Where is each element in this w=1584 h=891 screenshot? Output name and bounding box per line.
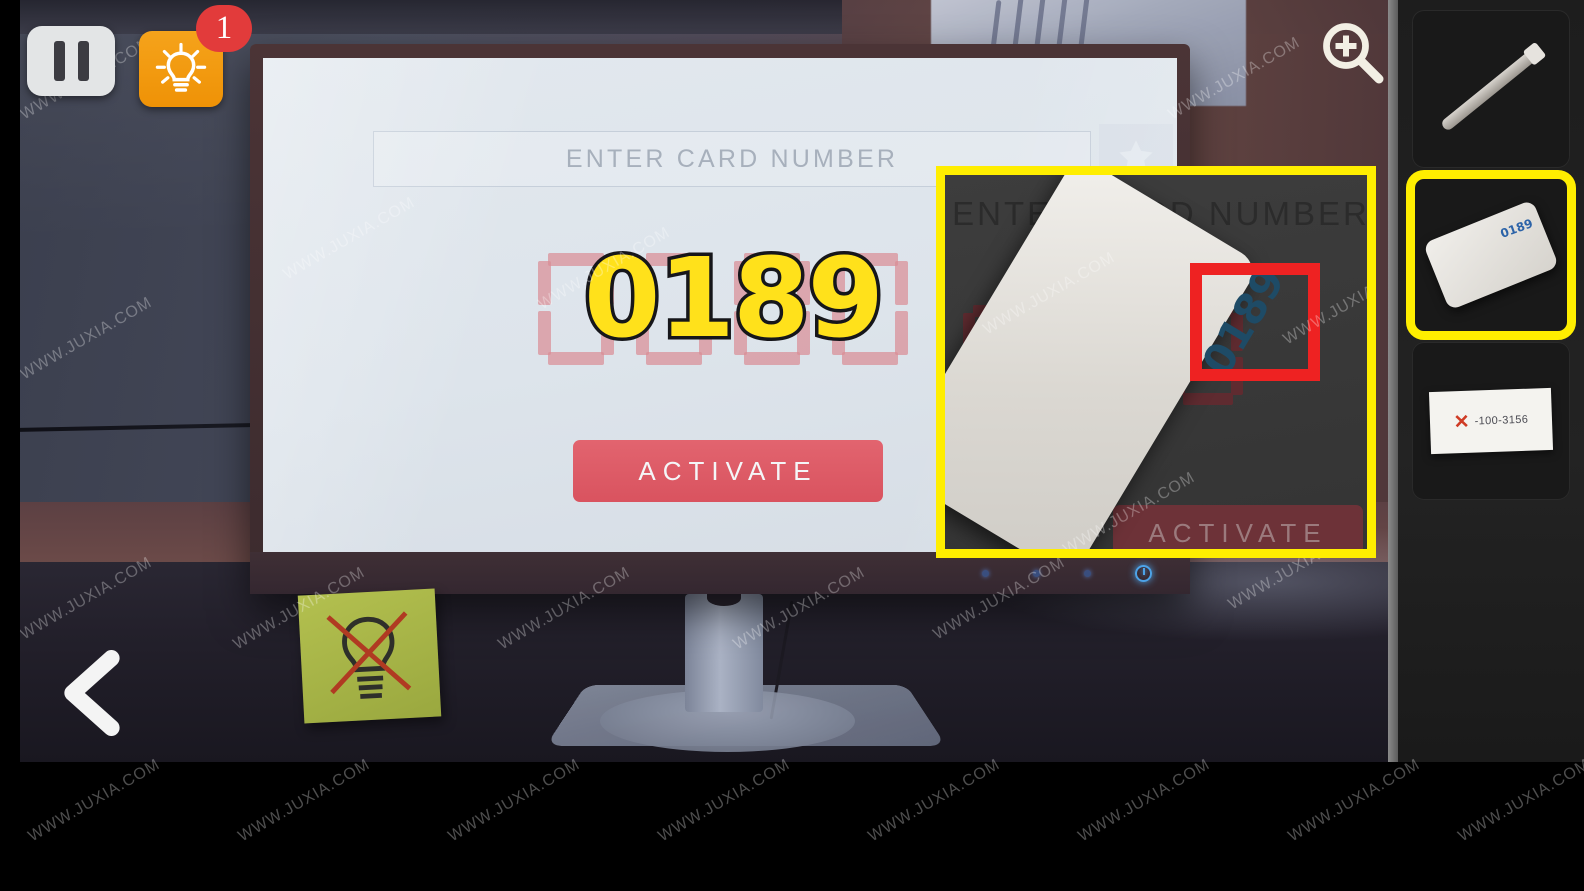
- inventory-rail: [1388, 0, 1398, 762]
- note-text: -100-3156: [1474, 413, 1529, 428]
- paper-note-icon: ✕ -100-3156: [1428, 387, 1554, 455]
- chevron-left-icon: [64, 650, 120, 736]
- note-x-mark: ✕: [1453, 411, 1470, 433]
- watermark: WWW.JUXIA.COM: [655, 755, 794, 846]
- watermark: WWW.JUXIA.COM: [1285, 755, 1424, 846]
- watermark: WWW.JUXIA.COM: [25, 755, 164, 846]
- inventory-panel[interactable]: 0189 ✕ -100-3156: [1388, 0, 1584, 762]
- keycard-icon: 0189: [1422, 199, 1560, 311]
- keycard-number: 0189: [1498, 216, 1535, 241]
- watermark: WWW.JUXIA.COM: [1075, 755, 1214, 846]
- inset-activate-button: ACTIVATE: [1113, 505, 1363, 549]
- inset-highlight-box: [1190, 263, 1320, 381]
- inset-background: ENTER CARD NUMBER: [945, 175, 1367, 549]
- monitor-bezel-bottom: [250, 552, 1190, 594]
- power-button-icon[interactable]: [1135, 564, 1152, 582]
- metal-rod-icon: [1439, 45, 1543, 133]
- letterbox-bottom: WWW.JUXIA.COM WWW.JUXIA.COM WWW.JUXIA.CO…: [0, 756, 1584, 891]
- status-led-2: [1033, 569, 1040, 577]
- inventory-slot-note[interactable]: ✕ -100-3156: [1412, 342, 1570, 500]
- watermark: WWW.JUXIA.COM: [445, 755, 584, 846]
- hint-count-badge: 1: [196, 5, 252, 52]
- watermark: WWW.JUXIA.COM: [865, 755, 1004, 846]
- inventory-slot-keycard[interactable]: 0189: [1406, 170, 1576, 340]
- watermark: WWW.JUXIA.COM: [1455, 755, 1584, 846]
- monitor-stand-neck: [685, 590, 763, 712]
- code-annotation: 0189: [580, 234, 887, 362]
- zoom-in-icon[interactable]: [1316, 16, 1388, 88]
- activate-button[interactable]: ACTIVATE: [573, 440, 883, 502]
- activate-button-label: ACTIVATE: [638, 455, 818, 486]
- pause-button[interactable]: [27, 26, 115, 96]
- game-screen: ENTER CARD NUMBER 0189 ACTIVATE WWW.JUXI…: [0, 0, 1584, 891]
- watermark: WWW.JUXIA.COM: [235, 755, 374, 846]
- letterbox-left: [0, 0, 20, 891]
- sticky-note[interactable]: [297, 588, 442, 724]
- zoomed-card-inset[interactable]: ENTER CARD NUMBER: [936, 166, 1376, 558]
- inventory-slot-metal-rod[interactable]: [1412, 10, 1570, 168]
- status-led-1: [982, 569, 989, 577]
- pause-bar-right: [77, 41, 89, 81]
- crossed-out-lightbulb-icon: [326, 611, 412, 699]
- status-led-3: [1084, 569, 1091, 577]
- inset-activate-label: ACTIVATE: [1148, 517, 1328, 548]
- pause-bar-left: [53, 41, 65, 81]
- back-button[interactable]: [52, 648, 134, 738]
- card-number-placeholder: ENTER CARD NUMBER: [565, 144, 899, 173]
- magnifier-plus-icon: [1323, 23, 1384, 84]
- lightbulb-icon: [155, 42, 207, 92]
